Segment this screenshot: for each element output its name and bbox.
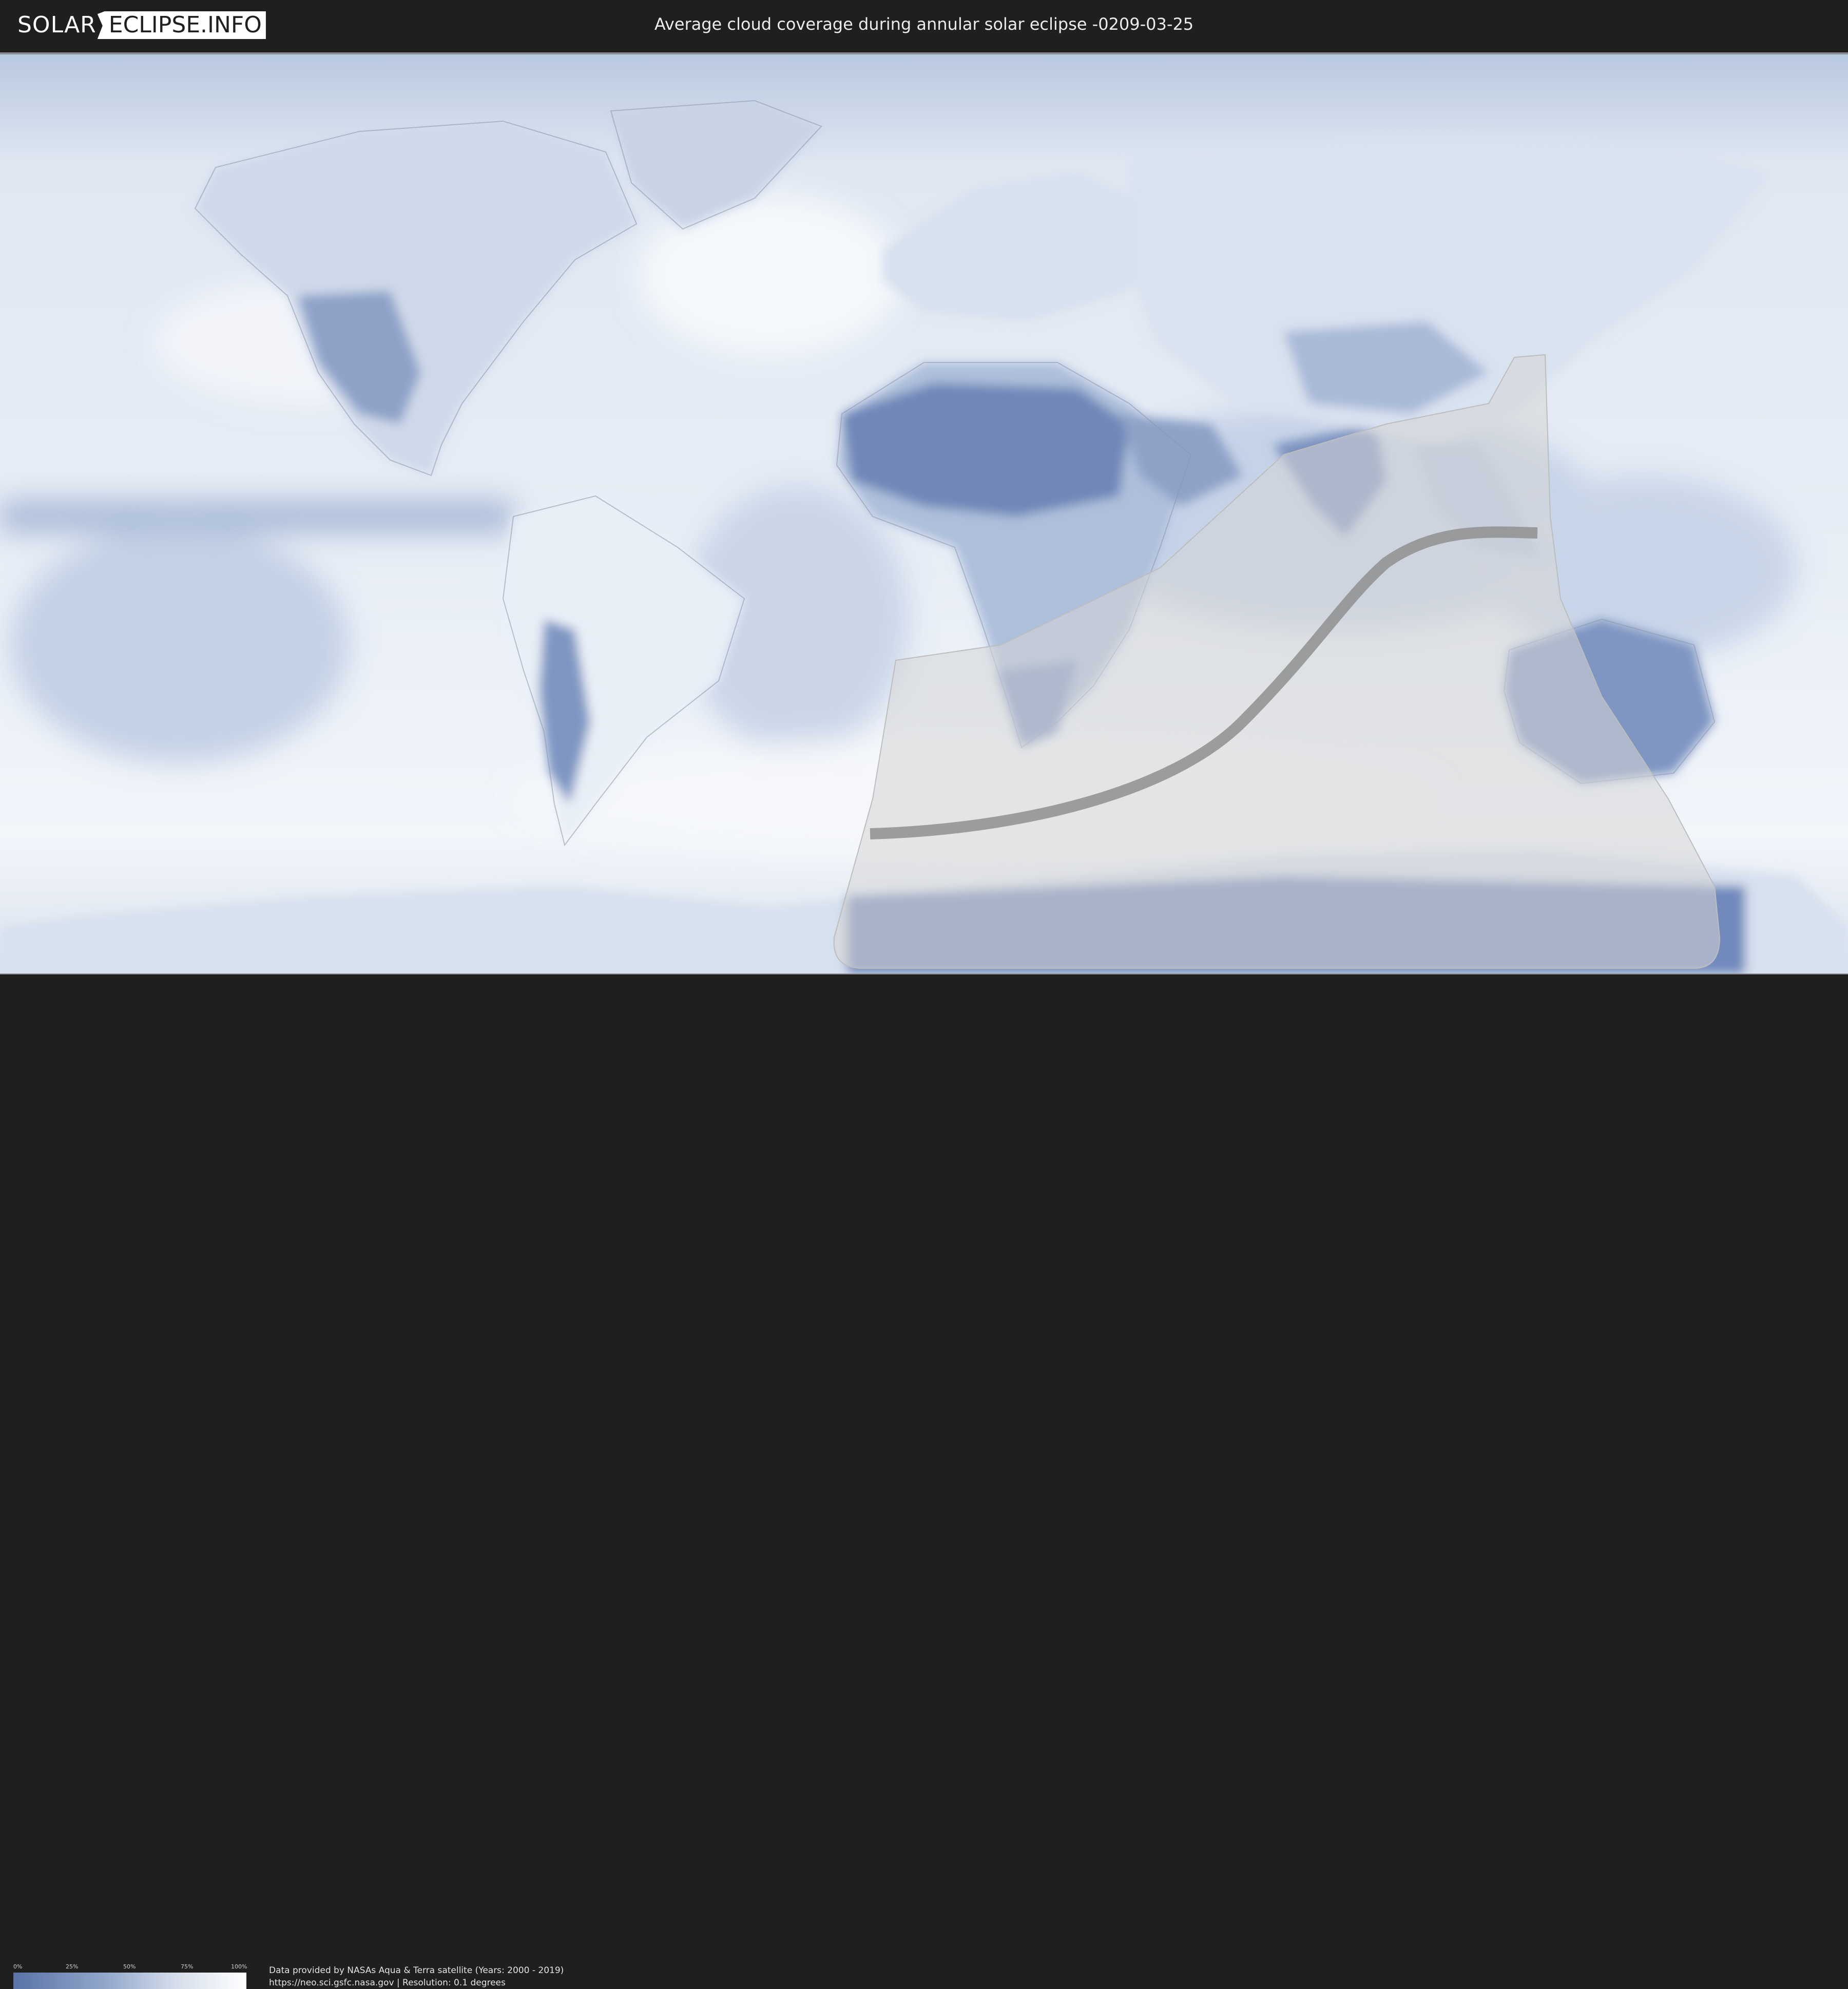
header-bar: SOLAR ECLIPSE.INFO Average cloud coverag… [0,0,1848,51]
legend-tick-labels: 0% 25% 50% 75% 100% [13,1963,247,1971]
legend-tick-0: 0% [13,1963,23,1970]
cloud-coverage-legend-gradient [13,1973,246,1989]
legend-tick-25: 25% [66,1963,79,1970]
cloud-coverage-map[interactable] [0,54,1848,973]
footer-bar: 0% 25% 50% 75% 100% Data provided by NAS… [0,976,1848,1989]
data-credits: Data provided by NASAs Aqua & Terra sate… [269,1964,564,1989]
legend-tick-50: 50% [123,1963,136,1970]
credit-line-source: Data provided by NASAs Aqua & Terra sate… [269,1965,564,1976]
legend-tick-100: 100% [231,1963,247,1970]
page-title: Average cloud coverage during annular so… [654,14,1194,34]
legend-tick-75: 75% [181,1963,194,1970]
credit-line-url[interactable]: https://neo.sci.gsfc.nasa.gov | Resoluti… [269,1977,564,1989]
